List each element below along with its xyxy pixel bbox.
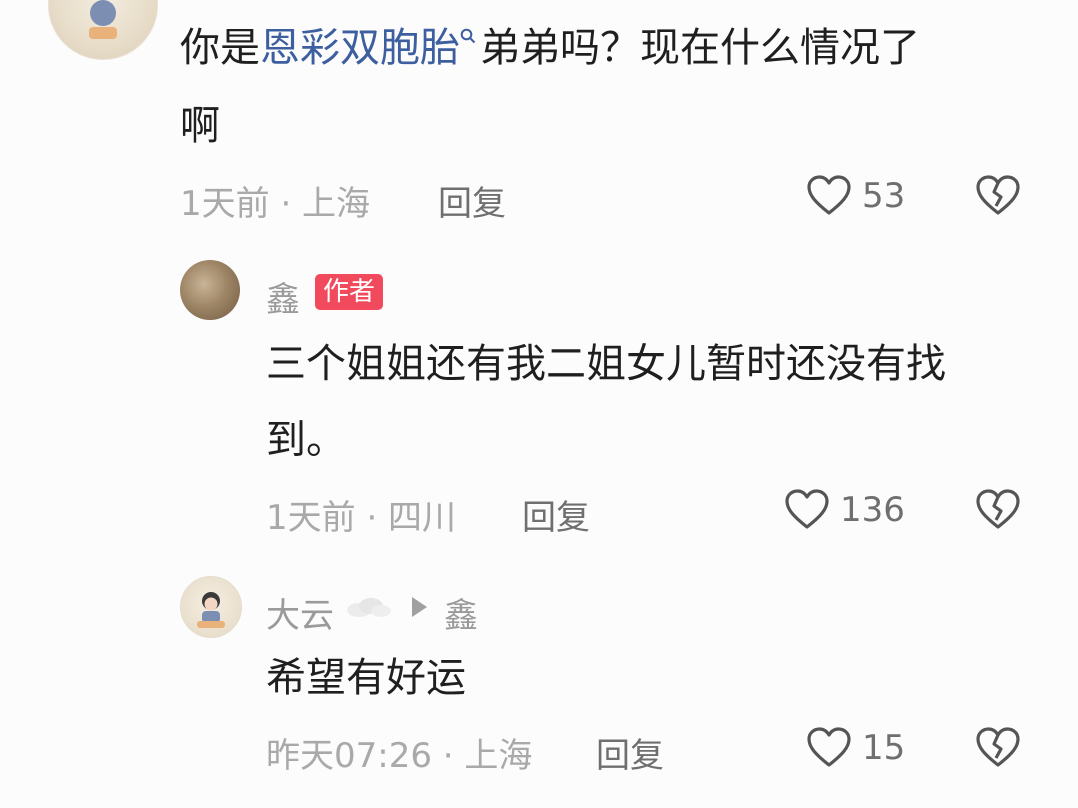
avatar-figure-icon [197, 592, 225, 628]
like-count: 136 [840, 490, 905, 530]
avatar[interactable] [180, 576, 242, 638]
avatar-figure-icon [89, 0, 117, 39]
broken-heart-icon[interactable] [975, 726, 1021, 768]
reply-button[interactable]: 回复 [438, 176, 506, 225]
author-badge: 作者 [315, 274, 384, 310]
heart-outline-icon[interactable] [784, 488, 830, 530]
author-avatar[interactable] [180, 260, 240, 320]
reply-to-name[interactable]: 鑫 [444, 588, 478, 637]
comment-text-line2: 啊 [180, 103, 220, 149]
search-icon [460, 28, 476, 44]
comment-text-after: 弟弟吗？现在什么情况了 [480, 25, 920, 71]
cloud-icon [347, 598, 391, 617]
broken-heart-icon[interactable] [975, 488, 1021, 530]
like-count: 53 [862, 176, 906, 216]
comment-text-before: 你是 [180, 25, 260, 71]
commenter-name[interactable]: 大云 [266, 588, 334, 637]
search-link-label: 恩彩双胞胎 [260, 25, 460, 71]
heart-outline-icon[interactable] [806, 174, 852, 216]
reply-meta: 1天前 · 四川 [266, 498, 457, 538]
heart-outline-icon[interactable] [806, 726, 852, 768]
reply-button[interactable]: 回复 [522, 490, 590, 539]
broken-heart-icon[interactable] [975, 174, 1021, 216]
comment-thread: 你是恩彩双胞胎 弟弟吗？现在什么情况了 啊 1天前 · 上海 回复 53 鑫 作者… [0, 0, 1078, 808]
avatar[interactable] [48, 0, 158, 60]
search-link[interactable]: 恩彩双胞胎 [260, 25, 480, 71]
like-count: 15 [862, 728, 906, 768]
reply-text-line2: 到。 [266, 417, 346, 463]
reply-button[interactable]: 回复 [596, 728, 664, 777]
triangle-right-icon [412, 597, 427, 617]
reply-meta: 昨天07:26 · 上海 [266, 736, 533, 776]
reply-text: 希望有好运 [266, 655, 466, 701]
comment-text: 你是恩彩双胞胎 弟弟吗？现在什么情况了 [180, 22, 920, 74]
comment-meta: 1天前 · 上海 [180, 184, 371, 224]
reply-text-line1: 三个姐姐还有我二姐女儿暂时还没有找 [266, 341, 946, 387]
author-name[interactable]: 鑫 [266, 272, 300, 321]
